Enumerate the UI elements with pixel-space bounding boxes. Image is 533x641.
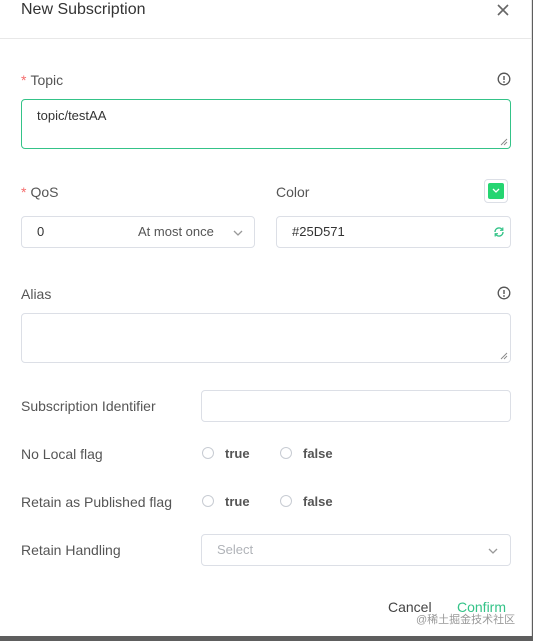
chevron-down-icon [488,548,498,554]
alias-label: Alias [21,286,52,302]
color-label: Color [276,184,310,200]
color-picker-button[interactable] [484,179,508,203]
no-local-true-radio[interactable] [202,447,214,459]
chevron-down-icon [233,230,243,236]
qos-label: * QoS [21,184,58,200]
refresh-icon[interactable] [493,226,505,238]
retain-handling-label: Retain Handling [21,542,121,558]
color-value: #25D571 [292,224,345,239]
retain-as-published-label: Retain as Published flag [21,494,172,510]
watermark: @稀土掘金技术社区 [416,614,516,626]
color-input[interactable]: #25D571 [276,216,511,248]
subscription-identifier-label: Subscription Identifier [21,398,156,414]
alias-info-icon[interactable] [497,286,511,300]
retain-as-published-false-label[interactable]: false [303,494,333,509]
topic-info-icon[interactable] [497,72,511,86]
topic-required-mark: * [21,72,27,88]
no-local-label: No Local flag [21,446,103,462]
retain-as-published-true-radio[interactable] [202,495,214,507]
resize-handle-icon[interactable] [500,138,508,146]
no-local-true-label[interactable]: true [225,446,250,461]
qos-select[interactable]: 0 At most once [21,216,255,248]
retain-as-published-false-radio[interactable] [280,495,292,507]
close-icon[interactable] [493,1,513,21]
retain-as-published-true-label[interactable]: true [225,494,250,509]
chevron-down-icon [492,188,500,193]
no-local-false-radio[interactable] [280,447,292,459]
retain-handling-select[interactable]: Select [201,534,511,566]
topic-label: * Topic [21,72,63,88]
new-subscription-dialog: New Subscription * Topic topic/testAA * Qo… [0,0,532,637]
backdrop-strip [0,636,533,641]
alias-textarea[interactable] [21,313,511,363]
qos-value: 0 [37,224,45,239]
no-local-false-label[interactable]: false [303,446,333,461]
qos-label-text: QoS [30,184,59,200]
retain-handling-placeholder: Select [217,542,254,557]
color-swatch [488,183,504,199]
dialog-title: New Subscription [21,1,146,18]
topic-value: topic/testAA [37,108,107,123]
qos-description: At most once [138,224,214,239]
subscription-identifier-input[interactable] [201,390,511,422]
topic-label-text: Topic [30,72,64,88]
topic-textarea[interactable]: topic/testAA [21,99,511,149]
qos-required-mark: * [21,184,27,200]
dialog-header: New Subscription [0,0,531,39]
resize-handle-icon[interactable] [500,352,508,360]
